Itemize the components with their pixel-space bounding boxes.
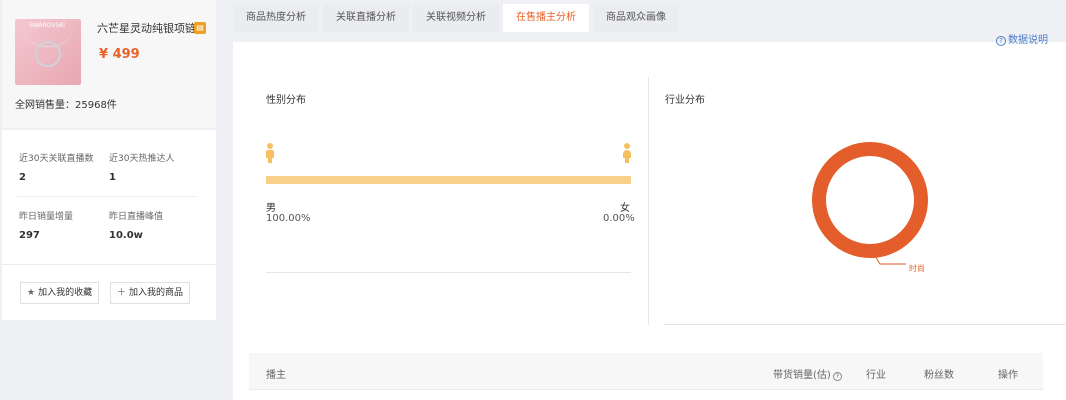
add-to-favorites-button[interactable]: ★ 加入我的收藏 <box>20 282 100 304</box>
tab-product-heat[interactable]: 商品热度分析 <box>233 4 319 32</box>
necklace-pendant <box>35 41 61 67</box>
stat-value-sales-increase: 297 <box>19 230 40 241</box>
female-percentage: 0.00% <box>603 213 635 224</box>
section-vertical-divider <box>648 77 649 325</box>
product-image[interactable]: SWAROVSKI <box>15 19 81 85</box>
industry-donut-segment-fashion[interactable] <box>812 142 928 258</box>
question-icon: ? <box>832 372 842 381</box>
data-help-link[interactable]: ? 数据说明 <box>996 31 1048 46</box>
gender-bottom-divider <box>266 272 631 273</box>
add-to-favorites-label: 加入我的收藏 <box>38 288 93 298</box>
male-percentage: 100.00% <box>266 213 311 224</box>
column-header-actions: 操作 <box>998 370 1018 381</box>
male-icon <box>265 143 275 163</box>
gender-section-title: 性别分布 <box>266 95 306 106</box>
stat-label-live-count: 近30天关联直播数 <box>19 154 94 164</box>
stat-label-sales-increase: 昨日销量增量 <box>19 212 74 222</box>
column-header-creator: 播主 <box>266 370 286 381</box>
creator-table-header: 播主 带货销量(估)? 行业 粉丝数 操作 <box>249 353 1043 390</box>
female-label: 女 <box>620 203 630 214</box>
question-icon: ? <box>996 36 1006 46</box>
gender-ratio-bar <box>266 176 631 184</box>
product-title[interactable]: 六芒星灵动纯银项链 <box>97 20 196 36</box>
tab-audience-profile[interactable]: 商品观众画像 <box>593 4 679 32</box>
stats-divider <box>17 196 197 197</box>
column-header-industry: 行业 <box>866 370 886 381</box>
donut-segment-label-fashion: 时尚 <box>909 264 925 273</box>
tab-selling-creators[interactable]: 在售播主分析 <box>503 4 589 32</box>
column-header-sales-label: 带货销量(估) <box>773 370 831 381</box>
add-to-my-goods-label: 加入我的商品 <box>129 288 184 298</box>
stats-actions-divider <box>2 264 216 265</box>
column-header-fans[interactable]: 粉丝数 <box>924 366 954 381</box>
industry-bottom-divider <box>664 324 1066 325</box>
total-sales: 全网销售量：25968件 <box>15 100 117 111</box>
stat-label-hot-creators: 近30天热推达人 <box>109 154 175 164</box>
industry-section-title: 行业分布 <box>665 95 705 106</box>
industry-donut-chart <box>812 142 928 265</box>
data-help-label: 数据说明 <box>1008 35 1048 46</box>
male-label: 男 <box>266 203 276 214</box>
star-icon: ★ <box>27 288 36 298</box>
add-to-my-goods-button[interactable]: ＋加入我的商品 <box>110 282 191 304</box>
tab-related-live[interactable]: 关联直播分析 <box>323 4 409 32</box>
analysis-panel <box>233 42 1066 400</box>
column-header-sales[interactable]: 带货销量(估)? <box>773 366 842 381</box>
product-summary-card: SWAROVSKI 六芒星灵动纯银项链 ▤ ¥ 499 全网销售量：25968件 <box>2 0 216 128</box>
plus-icon: ＋ <box>117 288 127 298</box>
store-badge-icon: ▤ <box>194 22 206 34</box>
stat-value-live-peak: 10.0w <box>109 230 143 241</box>
product-price: ¥ 499 <box>99 47 140 62</box>
stat-value-hot-creators: 1 <box>109 172 116 183</box>
stat-value-live-count: 2 <box>19 172 26 183</box>
tab-related-video[interactable]: 关联视频分析 <box>413 4 499 32</box>
female-icon <box>622 143 632 163</box>
stat-label-live-peak: 昨日直播峰值 <box>109 212 164 222</box>
